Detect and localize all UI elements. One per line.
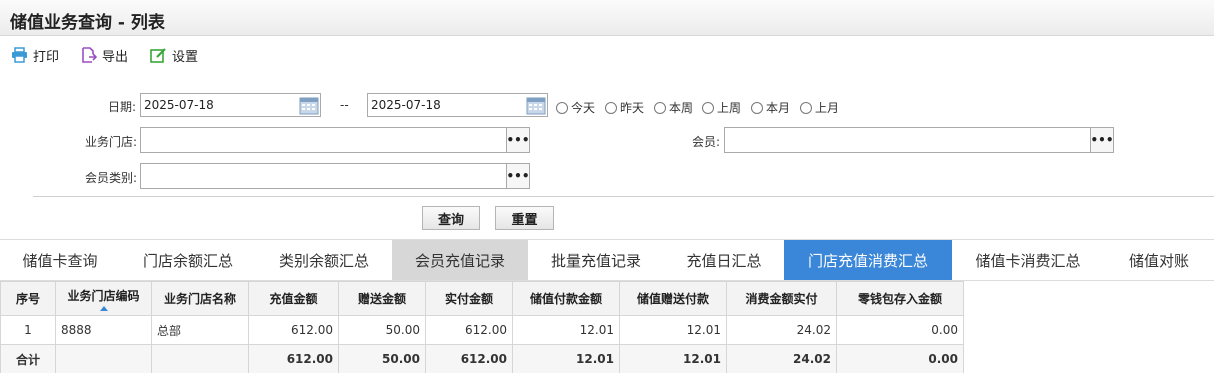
total-cell: 24.02: [726, 344, 837, 373]
col-header[interactable]: 赠送金额: [338, 281, 426, 316]
table-cell: 总部: [151, 315, 249, 345]
radio-circle[interactable]: [800, 101, 812, 114]
tab-category-balance[interactable]: 类别余额汇总: [256, 240, 392, 280]
radio-label: 本周: [669, 101, 694, 115]
query-button[interactable]: 查询: [422, 206, 480, 230]
title-bar: 储值业务查询 - 列表: [0, 0, 1214, 36]
table-cell: 24.02: [726, 315, 837, 345]
table-cell: [151, 344, 249, 373]
radio-label: 本月: [766, 101, 791, 115]
radio-label: 上月: [815, 101, 840, 115]
table-cell: [55, 344, 152, 373]
total-cell: 50.00: [338, 344, 426, 373]
col-header[interactable]: 储值付款金额: [512, 281, 620, 316]
member-type-field[interactable]: •••: [140, 163, 530, 189]
tab-reconciliation[interactable]: 储值对账: [1104, 240, 1214, 280]
settings-label: 设置: [172, 49, 199, 65]
col-header[interactable]: 零钱包存入金额: [836, 281, 964, 316]
store-label: 业务门店:: [84, 135, 137, 149]
radio-last-week[interactable]: 上周: [702, 99, 741, 116]
date-to-input[interactable]: [368, 94, 518, 116]
table-cell: 50.00: [338, 315, 426, 345]
date-to-field[interactable]: [367, 93, 548, 117]
radio-this-month[interactable]: 本月: [751, 99, 790, 116]
table-cell: 0.00: [836, 315, 964, 345]
member-type-label: 会员类别:: [84, 171, 137, 185]
radio-label: 昨天: [620, 101, 645, 115]
radio-circle[interactable]: [702, 101, 714, 114]
export-icon: [82, 47, 97, 63]
store-field[interactable]: •••: [140, 127, 530, 153]
store-more-button[interactable]: •••: [506, 128, 530, 152]
export-button[interactable]: 导出: [81, 46, 129, 65]
page-title: 储值业务查询 - 列表: [10, 13, 165, 33]
col-header[interactable]: 消费金额实付: [726, 281, 837, 316]
total-cell: 12.01: [619, 344, 727, 373]
export-label: 导出: [102, 49, 129, 65]
tab-card-consume[interactable]: 储值卡消费汇总: [952, 240, 1104, 280]
radio-circle[interactable]: [605, 101, 617, 114]
tab-batch-recharge[interactable]: 批量充值记录: [528, 240, 664, 280]
tab-daily-recharge[interactable]: 充值日汇总: [664, 240, 784, 280]
more-icon: •••: [506, 169, 530, 183]
table-row[interactable]: 1 8888 总部 612.00 50.00 612.00 12.01 12.0…: [0, 315, 964, 345]
radio-today[interactable]: 今天: [556, 99, 595, 116]
radio-this-week[interactable]: 本周: [654, 99, 693, 116]
tab-card-query[interactable]: 储值卡查询: [0, 240, 120, 280]
member-label: 会员:: [691, 135, 720, 149]
date-from-input[interactable]: [141, 94, 291, 116]
calendar-icon[interactable]: [299, 96, 319, 115]
total-cell: 12.01: [512, 344, 620, 373]
tab-member-recharge[interactable]: 会员充值记录: [392, 240, 528, 280]
date-label: 日期:: [107, 100, 136, 114]
table-cell: 12.01: [512, 315, 620, 345]
col-header-label: 业务门店编码: [67, 288, 140, 303]
edit-icon: [150, 48, 166, 63]
date-from-field[interactable]: [140, 93, 321, 117]
print-button[interactable]: 打印: [11, 46, 60, 65]
table-header-row: 序号 业务门店编码 业务门店名称 充值金额 赠送金额 实付金额 储值付款金额 储…: [0, 281, 964, 316]
tab-bar: 储值卡查询 门店余额汇总 类别余额汇总 会员充值记录 批量充值记录 充值日汇总 …: [0, 239, 1214, 281]
table-cell: 8888: [55, 315, 152, 345]
reset-button[interactable]: 重置: [495, 206, 554, 230]
member-type-more-button[interactable]: •••: [506, 164, 530, 188]
total-cell: 612.00: [425, 344, 513, 373]
table-cell: 1: [0, 315, 56, 345]
col-header[interactable]: 充值金额: [248, 281, 339, 316]
sort-asc-icon: [99, 305, 108, 311]
table-cell: 612.00: [425, 315, 513, 345]
divider: [33, 196, 1214, 197]
printer-icon: [12, 47, 27, 63]
radio-circle[interactable]: [654, 101, 666, 114]
tab-store-balance[interactable]: 门店余额汇总: [120, 240, 256, 280]
member-more-button[interactable]: •••: [1090, 128, 1114, 152]
col-header-sorted[interactable]: 业务门店编码: [55, 281, 152, 316]
calendar-icon[interactable]: [526, 96, 546, 115]
total-cell: 612.00: [248, 344, 339, 373]
member-field[interactable]: •••: [724, 127, 1114, 153]
total-label: 合计: [0, 344, 56, 373]
print-label: 打印: [33, 49, 60, 65]
table-cell: 12.01: [619, 315, 727, 345]
toolbar: 打印 导出 设置: [0, 36, 1214, 74]
data-table: 序号 业务门店编码 业务门店名称 充值金额 赠送金额 实付金额 储值付款金额 储…: [0, 281, 964, 373]
radio-label: 今天: [571, 101, 596, 115]
col-header[interactable]: 实付金额: [425, 281, 513, 316]
radio-yesterday[interactable]: 昨天: [605, 99, 644, 116]
col-header[interactable]: 储值赠送付款: [619, 281, 727, 316]
more-icon: •••: [1090, 133, 1114, 147]
radio-circle[interactable]: [751, 101, 763, 114]
table-cell: 612.00: [248, 315, 339, 345]
date-range-separator: --: [340, 98, 349, 112]
radio-label: 上周: [717, 101, 742, 115]
tab-store-recharge-consume[interactable]: 门店充值消费汇总: [784, 240, 952, 280]
table-total-row: 合计 612.00 50.00 612.00 12.01 12.01 24.02…: [0, 344, 964, 373]
total-cell: 0.00: [836, 344, 964, 373]
radio-last-month[interactable]: 上月: [800, 99, 839, 116]
more-icon: •••: [506, 133, 530, 147]
col-header[interactable]: 序号: [0, 281, 56, 316]
settings-button[interactable]: 设置: [150, 46, 199, 65]
radio-circle[interactable]: [556, 101, 568, 114]
col-header[interactable]: 业务门店名称: [151, 281, 249, 316]
